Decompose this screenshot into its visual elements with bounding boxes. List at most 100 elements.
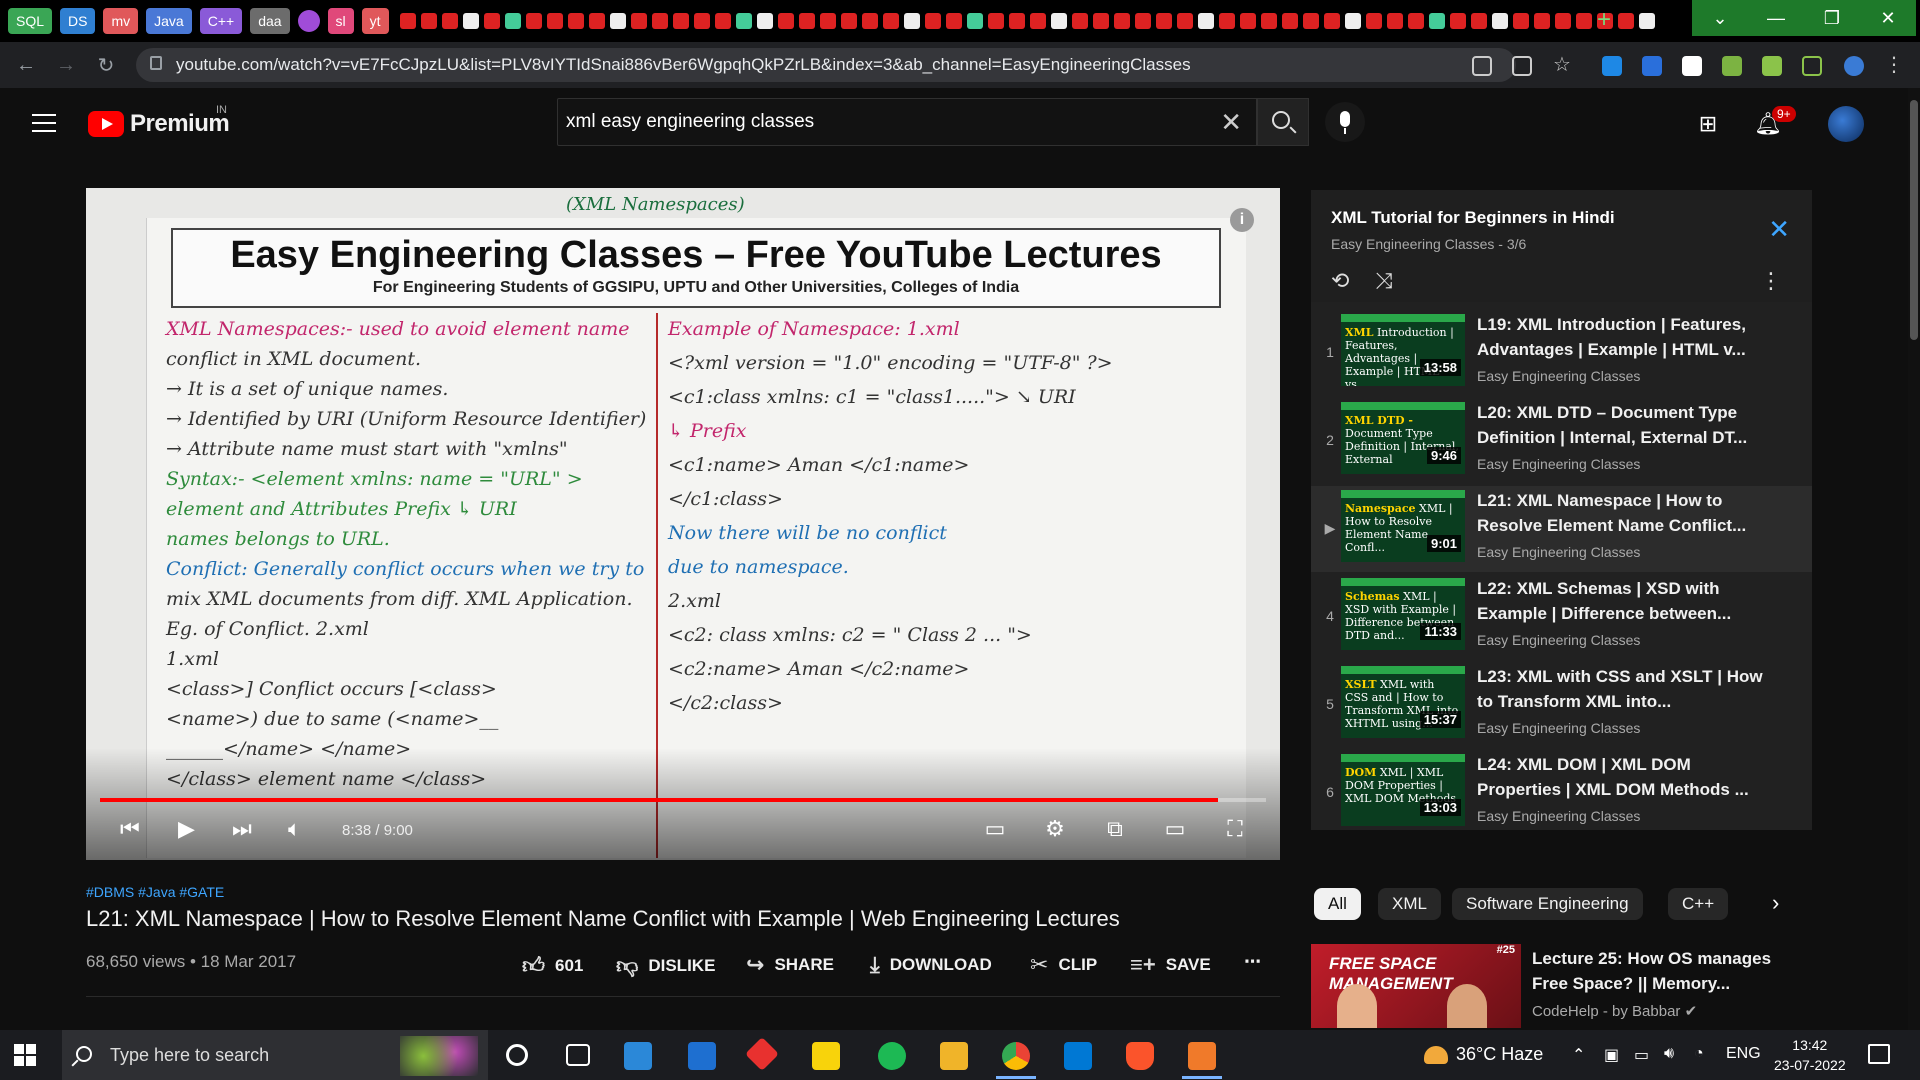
bookmark-item[interactable]: mv (103, 8, 139, 34)
browser-tab-favicon[interactable] (1512, 13, 1529, 29)
bookmark-item[interactable]: sl (327, 8, 354, 34)
minimize-icon[interactable]: — (1748, 0, 1804, 36)
search-input[interactable]: xml easy engineering classes (566, 111, 814, 133)
reading-list-icon[interactable] (1762, 56, 1782, 76)
share-button[interactable]: ↪ SHARE (746, 952, 834, 978)
browser-tab-favicon[interactable] (903, 13, 920, 29)
playlist-item-title[interactable]: L24: XML DOM | XML DOM Properties | XML … (1477, 752, 1767, 802)
volume-icon[interactable]: 🔈︎ (288, 816, 301, 842)
previous-icon[interactable]: ⏮ (120, 816, 140, 842)
playlist-item[interactable]: 2 XML DTD - Document Type Definition | In… (1311, 398, 1812, 484)
info-icon[interactable]: i (1230, 208, 1254, 232)
loop-icon[interactable]: ⟲ (1331, 268, 1349, 294)
browser-tab-favicon[interactable] (693, 13, 710, 29)
document-app-icon[interactable] (1188, 1042, 1216, 1070)
more-actions-icon[interactable]: ⋯ (1244, 952, 1261, 972)
browser-tab-favicon[interactable] (735, 13, 752, 29)
task-view-icon[interactable] (566, 1044, 590, 1066)
page-scrollbar[interactable] (1908, 88, 1920, 1030)
playlist-item[interactable]: 4 Schemas XML | XSD with Example | Differ… (1311, 574, 1812, 660)
browser-tab-favicon[interactable] (924, 13, 941, 29)
theater-mode-icon[interactable]: ▭ (1160, 816, 1190, 842)
playlist-more-icon[interactable]: ⋮ (1760, 268, 1782, 294)
search-button[interactable] (1257, 98, 1309, 146)
playlist-item-thumbnail[interactable]: XSLT XML with CSS and | How to Transform… (1341, 666, 1465, 738)
playlist-item[interactable]: 1 XML Introduction | Features, Advantages… (1311, 310, 1812, 396)
browser-tab-favicon[interactable] (1071, 13, 1088, 29)
bookmark-item[interactable]: daa (250, 8, 290, 34)
voice-search-icon[interactable] (1325, 102, 1365, 142)
video-hashtags[interactable]: #DBMS #Java #GATE (86, 884, 224, 900)
forward-icon[interactable]: → (52, 54, 80, 77)
browser-tab-favicon[interactable] (777, 13, 794, 29)
extension-b-icon[interactable] (1682, 56, 1702, 76)
clear-search-icon[interactable]: ✕ (1220, 107, 1242, 138)
download-button[interactable]: ⤓ DOWNLOAD (870, 952, 992, 978)
bookmark-item[interactable]: yt (361, 8, 389, 34)
sticky-notes-icon[interactable] (812, 1042, 840, 1070)
file-explorer-icon[interactable] (940, 1042, 968, 1070)
playlist-item-thumbnail[interactable]: Schemas XML | XSD with Example | Differe… (1341, 578, 1465, 650)
playlist-item-title[interactable]: L22: XML Schemas | XSD with Example | Di… (1477, 576, 1767, 626)
network-status-icon[interactable]: ▣ (1604, 1045, 1619, 1065)
browser-tab-favicon[interactable] (1491, 13, 1508, 29)
playlist-item-title[interactable]: L23: XML with CSS and XSLT | How to Tran… (1477, 664, 1767, 714)
video-player[interactable]: (XML Namespaces) Easy Engineering Classe… (86, 188, 1280, 860)
reload-icon[interactable]: ↻ (92, 53, 120, 78)
playlist-item-thumbnail[interactable]: DOM XML | XML DOM Properties | XML DOM M… (1341, 754, 1465, 826)
play-icon[interactable]: ▶ (178, 816, 195, 842)
browser-tab-favicon[interactable] (399, 13, 416, 29)
playlist-item-thumbnail[interactable]: XML DTD - Document Type Definition | Int… (1341, 402, 1465, 474)
chip-software-engineering[interactable]: Software Engineering (1452, 888, 1643, 920)
chip-xml[interactable]: XML (1378, 888, 1441, 920)
chrome-icon[interactable] (1002, 1042, 1030, 1070)
recommendation-title[interactable]: Lecture 25: How OS manages Free Space? |… (1532, 946, 1782, 996)
browser-tab-favicon[interactable] (651, 13, 668, 29)
browser-tab-favicon[interactable] (987, 13, 1004, 29)
like-button[interactable]: 👍︎ 601 (522, 952, 583, 979)
scrollbar-thumb[interactable] (1910, 100, 1918, 340)
browser-tab-favicon[interactable] (1344, 13, 1361, 29)
browser-tab-favicon[interactable] (1575, 13, 1592, 29)
browser-tab-favicon[interactable] (1323, 13, 1340, 29)
playlist-item-title[interactable]: L21: XML Namespace | How to Resolve Elem… (1477, 488, 1767, 538)
playlist-item[interactable]: 5 XSLT XML with CSS and | How to Transfor… (1311, 662, 1812, 748)
menu-icon[interactable] (32, 114, 56, 132)
vscode-icon[interactable] (1064, 1042, 1092, 1070)
browser-tab-favicon[interactable] (1302, 13, 1319, 29)
address-bar[interactable]: youtube.com/watch?v=vE7FcCJpzLU&list=PLV… (136, 48, 1516, 82)
clip-button[interactable]: ✂ CLIP (1030, 952, 1097, 978)
playlist-item-title[interactable]: L19: XML Introduction | Features, Advant… (1477, 312, 1767, 362)
browser-tab-favicon[interactable] (1134, 13, 1151, 29)
browser-tab-favicon[interactable] (609, 13, 626, 29)
browser-tab-favicon[interactable] (714, 13, 731, 29)
browser-menu-icon[interactable]: ⋮ (1884, 55, 1904, 76)
taskbar-clock[interactable]: 13:42 23-07-2022 (1774, 1035, 1846, 1075)
share-icon[interactable] (1512, 56, 1532, 76)
browser-tab-favicon[interactable] (1407, 13, 1424, 29)
browser-tab-favicon[interactable] (441, 13, 458, 29)
subtitles-icon[interactable]: ▭ (980, 816, 1010, 842)
browser-tab-favicon[interactable] (483, 13, 500, 29)
anydesk-icon[interactable] (745, 1037, 779, 1071)
restore-icon[interactable]: ❐ (1804, 0, 1860, 36)
playlist-item-thumbnail[interactable]: Namespace XML | How to Resolve Element N… (1341, 490, 1465, 562)
chip-all[interactable]: All (1314, 888, 1361, 920)
settings-gear-icon[interactable]: ⚙ (1040, 816, 1070, 842)
bookmark-star-icon[interactable]: ☆ (1552, 55, 1572, 76)
dislike-button[interactable]: 👎︎ DISLIKE (616, 952, 715, 979)
browser-tab-favicon[interactable] (1533, 13, 1550, 29)
brave-icon[interactable] (1126, 1042, 1154, 1070)
browser-tab-favicon[interactable] (861, 13, 878, 29)
browser-tab-favicon[interactable] (1176, 13, 1193, 29)
side-panel-icon[interactable] (1802, 56, 1822, 76)
browser-tab-favicon[interactable] (1281, 13, 1298, 29)
taskbar-search[interactable]: Type here to search (62, 1030, 488, 1080)
bookmark-item[interactable]: SQL (8, 8, 53, 34)
tab-search-icon[interactable]: ⌄ (1692, 0, 1748, 36)
chip-c-[interactable]: C++ (1668, 888, 1729, 920)
browser-tab-favicon[interactable] (1638, 13, 1655, 29)
bookmark-item[interactable]: C++ (199, 8, 243, 34)
recommendation-thumbnail[interactable]: FREE SPACE MANAGEMENT #25 (1311, 944, 1521, 1028)
playlist-item[interactable]: 6 DOM XML | XML DOM Properties | XML DOM … (1311, 750, 1812, 836)
